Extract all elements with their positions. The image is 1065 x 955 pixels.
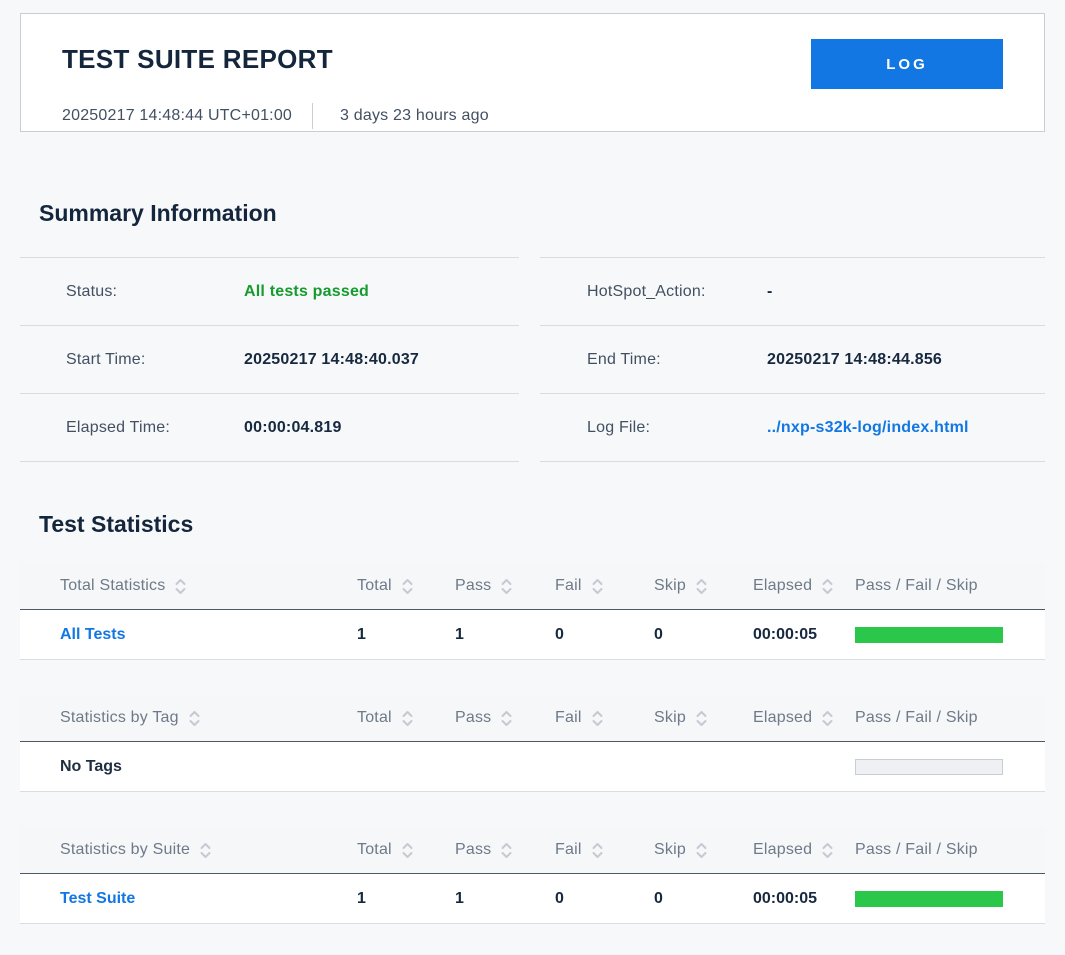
test-suite-total: 1 (357, 889, 366, 907)
summary-row-end-time: End Time: 20250217 14:48:44.856 (540, 326, 1045, 394)
test-suite-fail: 0 (555, 889, 564, 907)
vertical-divider (312, 103, 314, 129)
column-header-pass-fail-skip: Pass / Fail / Skip (855, 709, 978, 726)
summary-row-hotspot-action: HotSpot_Action: - (540, 258, 1045, 326)
summary-tables: Status: All tests passed Start Time: 202… (20, 257, 1045, 462)
log-button[interactable]: LOG (811, 39, 1003, 89)
start-time-label: Start Time: (66, 350, 146, 368)
column-header-total[interactable]: Total (357, 577, 455, 595)
all-tests-elapsed: 00:00:05 (753, 625, 818, 643)
sort-icon[interactable] (591, 578, 604, 595)
sort-icon[interactable] (695, 842, 708, 859)
column-header-pass[interactable]: Pass (455, 709, 555, 727)
statistics-by-tag-table: Statistics by Tag Total Pass Fail Skip E… (20, 695, 1045, 792)
log-file-link[interactable]: ../nxp-s32k-log/index.html (767, 419, 1045, 437)
test-suite-pass: 1 (455, 889, 464, 907)
column-header-pass[interactable]: Pass (455, 841, 555, 859)
sort-icon[interactable] (591, 710, 604, 727)
no-tags-label: No Tags (60, 757, 122, 775)
elapsed-time-value: 00:00:04.819 (244, 418, 342, 436)
column-header-pass-fail-skip: Pass / Fail / Skip (855, 577, 978, 594)
summary-row-start-time: Start Time: 20250217 14:48:40.037 (20, 326, 519, 394)
sort-icon[interactable] (174, 578, 187, 595)
column-header-skip[interactable]: Skip (654, 709, 753, 727)
pass-fail-skip-bar-empty (855, 758, 1003, 775)
statistics-by-tag-header-row: Statistics by Tag Total Pass Fail Skip E… (20, 695, 1045, 742)
sort-icon[interactable] (401, 578, 414, 595)
table-row-all-tests: All Tests 1 1 0 0 00:00:05 (20, 610, 1045, 660)
summary-row-log-file: Log File: ../nxp-s32k-log/index.html (540, 394, 1045, 462)
sort-icon[interactable] (695, 710, 708, 727)
column-header-statistics-by-suite[interactable]: Statistics by Suite (60, 841, 357, 859)
column-header-fail[interactable]: Fail (555, 709, 654, 727)
table-row-test-suite: Test Suite 1 1 0 0 00:00:05 (20, 874, 1045, 924)
pass-fail-skip-bar (855, 626, 1003, 643)
statistics-by-suite-table: Statistics by Suite Total Pass Fail Skip… (20, 827, 1045, 924)
column-header-total[interactable]: Total (357, 841, 455, 859)
all-tests-fail: 0 (555, 625, 564, 643)
end-time-value: 20250217 14:48:44.856 (767, 350, 943, 368)
test-suite-link[interactable]: Test Suite (60, 890, 357, 908)
sort-icon[interactable] (821, 578, 834, 595)
column-header-pass-fail-skip: Pass / Fail / Skip (855, 841, 978, 858)
test-suite-elapsed: 00:00:05 (753, 889, 818, 907)
summary-table-left: Status: All tests passed Start Time: 202… (20, 257, 519, 462)
column-header-elapsed[interactable]: Elapsed (753, 841, 855, 859)
table-row-no-tags: No Tags (20, 742, 1045, 792)
all-tests-skip: 0 (654, 625, 663, 643)
start-time-value: 20250217 14:48:40.037 (244, 350, 420, 368)
elapsed-time-label: Elapsed Time: (66, 418, 170, 436)
column-header-elapsed[interactable]: Elapsed (753, 709, 855, 727)
column-header-fail[interactable]: Fail (555, 841, 654, 859)
sort-icon[interactable] (500, 842, 513, 859)
column-header-pass[interactable]: Pass (455, 577, 555, 595)
header-card: TEST SUITE REPORT 20250217 14:48:44 UTC+… (20, 13, 1045, 132)
summary-row-elapsed-time: Elapsed Time: 00:00:04.819 (20, 394, 519, 462)
pass-fail-skip-bar (855, 890, 1003, 907)
column-header-elapsed[interactable]: Elapsed (753, 577, 855, 595)
status-label: Status: (66, 282, 118, 300)
report-timestamp: 20250217 14:48:44 UTC+01:00 (62, 107, 293, 124)
sort-icon[interactable] (695, 578, 708, 595)
sort-icon[interactable] (401, 710, 414, 727)
total-statistics-table: Total Statistics Total Pass Fail Skip El… (20, 563, 1045, 660)
relative-time: 3 days 23 hours ago (340, 107, 489, 124)
sort-icon[interactable] (500, 578, 513, 595)
all-tests-pass: 1 (455, 625, 464, 643)
summary-table-right: HotSpot_Action: - End Time: 20250217 14:… (540, 257, 1045, 462)
sort-icon[interactable] (821, 842, 834, 859)
statistics-heading: Test Statistics (39, 511, 194, 537)
report-meta: 20250217 14:48:44 UTC+01:00 3 days 23 ho… (62, 103, 489, 129)
sort-icon[interactable] (500, 710, 513, 727)
end-time-label: End Time: (587, 350, 661, 368)
column-header-statistics-by-tag[interactable]: Statistics by Tag (60, 709, 357, 727)
test-suite-skip: 0 (654, 889, 663, 907)
log-file-label: Log File: (587, 418, 651, 436)
all-tests-total: 1 (357, 625, 366, 643)
report-page: TEST SUITE REPORT 20250217 14:48:44 UTC+… (0, 13, 1065, 924)
hotspot-action-label: HotSpot_Action: (587, 282, 706, 300)
sort-icon[interactable] (188, 710, 201, 727)
sort-icon[interactable] (591, 842, 604, 859)
summary-row-status: Status: All tests passed (20, 258, 519, 326)
sort-icon[interactable] (821, 710, 834, 727)
column-header-total[interactable]: Total (357, 709, 455, 727)
hotspot-action-value: - (767, 282, 773, 300)
column-header-skip[interactable]: Skip (654, 577, 753, 595)
summary-heading: Summary Information (39, 200, 277, 226)
status-value: All tests passed (244, 282, 370, 300)
column-header-fail[interactable]: Fail (555, 577, 654, 595)
all-tests-link[interactable]: All Tests (60, 626, 357, 644)
column-header-total-statistics[interactable]: Total Statistics (60, 577, 357, 595)
statistics-by-suite-header-row: Statistics by Suite Total Pass Fail Skip… (20, 827, 1045, 874)
sort-icon[interactable] (199, 842, 212, 859)
column-header-skip[interactable]: Skip (654, 841, 753, 859)
sort-icon[interactable] (401, 842, 414, 859)
total-statistics-header-row: Total Statistics Total Pass Fail Skip El… (20, 563, 1045, 610)
